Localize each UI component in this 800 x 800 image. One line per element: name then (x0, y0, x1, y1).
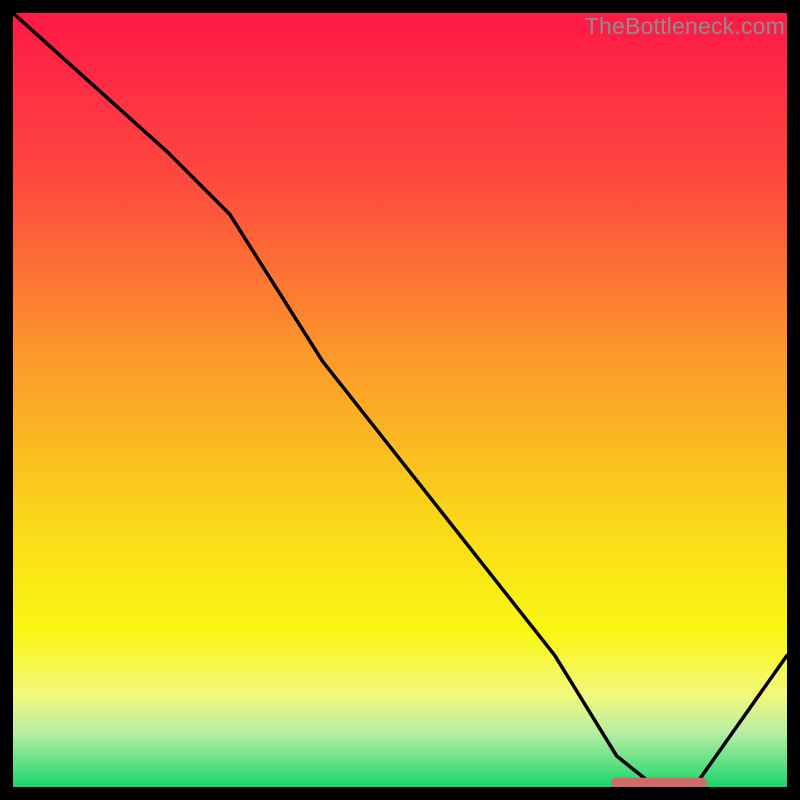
watermark-text: TheBottleneck.com (585, 13, 785, 40)
chart-frame: TheBottleneck.com (0, 0, 800, 800)
plot-area: TheBottleneck.com (13, 13, 787, 787)
bottleneck-curve (13, 13, 787, 787)
